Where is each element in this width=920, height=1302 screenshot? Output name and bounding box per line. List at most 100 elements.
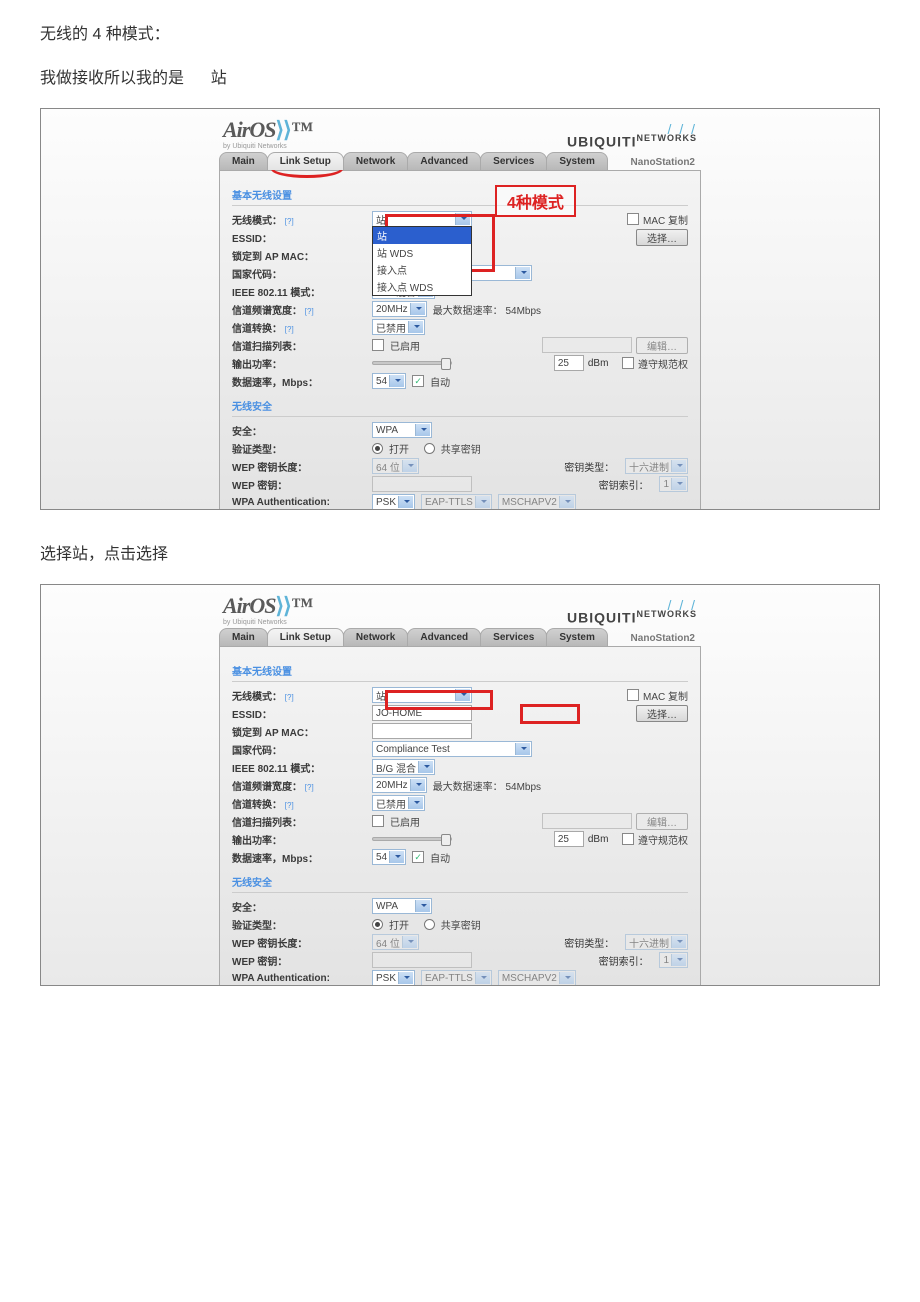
obey-label: 遵守规范权 [638, 356, 688, 371]
scan-enable-label-2: 已启用 [390, 814, 420, 829]
lock-ap-mac-field[interactable] [372, 723, 472, 739]
lbl-tx-power: 输出功率： [232, 356, 372, 371]
tx-power-slider[interactable] [372, 361, 452, 365]
tab-system[interactable]: System [546, 152, 608, 170]
tx-power-value[interactable]: 25 [554, 355, 584, 371]
lbl-ch-width: 信道频谱宽度： [?] [232, 302, 372, 317]
wpa-mschap-select: MSCHAPV2 [498, 494, 576, 509]
brand-row-2: AirOS⟩⟩™ by Ubiquiti Networks / / / UBIQ… [219, 593, 701, 626]
tab-services[interactable]: Services [480, 152, 547, 170]
ubnt-word-2: UBIQUITI [567, 610, 636, 626]
edit-button-2: 编辑… [636, 813, 688, 830]
tx-power-value-2[interactable]: 25 [554, 831, 584, 847]
select-button[interactable]: 选择… [636, 229, 688, 246]
auth-shared-radio[interactable] [424, 443, 435, 454]
lbl-auth-type-2: 验证类型： [232, 917, 372, 932]
tab-network-2[interactable]: Network [343, 628, 408, 646]
wireless-mode-select-2[interactable]: 站 [372, 687, 472, 703]
obey-checkbox[interactable] [622, 357, 634, 369]
security-select-2[interactable]: WPA [372, 898, 432, 914]
ubnt-word: UBIQUITI [567, 134, 636, 150]
tab-advanced-2[interactable]: Advanced [407, 628, 481, 646]
country-select-2[interactable]: Compliance Test [372, 741, 532, 757]
rate-select-2[interactable]: 54 [372, 849, 406, 865]
airos-sub-2: by Ubiquiti Networks [223, 619, 312, 626]
wpa-auth-select-2[interactable]: PSK [372, 970, 415, 985]
tab-services-2[interactable]: Services [480, 628, 547, 646]
ch-switch-select[interactable]: 已禁用 [372, 319, 425, 335]
auto-rate-checkbox[interactable] [412, 375, 424, 387]
lbl-lock-ap-mac: 锁定到 AP MAC： [232, 248, 372, 263]
auto-rate-checkbox-2[interactable] [412, 851, 424, 863]
mac-clone-checkbox-2[interactable] [627, 689, 639, 701]
lbl-wep-key: WEP 密钥： [232, 477, 372, 492]
auth-open-label-2: 打开 [389, 917, 409, 932]
max-rate-label: 最大数据速率： 54Mbps [433, 302, 541, 317]
wireless-mode-select[interactable]: 站 [372, 211, 472, 227]
lbl-ch-scan-2: 信道扫描列表： [232, 814, 372, 829]
wep-type-select-2: 十六进制 [625, 934, 688, 950]
screenshot-2: ▴ ▾ AirOS⟩⟩™ by Ubiquiti Networks / / / … [40, 584, 880, 986]
ch-switch-select-2[interactable]: 已禁用 [372, 795, 425, 811]
tab-link-setup[interactable]: Link Setup [267, 152, 344, 170]
dbm-label: dBm [588, 358, 609, 369]
edit-button: 编辑… [636, 337, 688, 354]
scan-enable-checkbox[interactable] [372, 339, 384, 351]
airos-icon-2: ⟩⟩ [275, 593, 290, 618]
auth-open-label: 打开 [389, 441, 409, 456]
lbl-essid: ESSID： [232, 230, 372, 245]
wep-len-select-2: 64 位 [372, 934, 419, 950]
tab-link-setup-2[interactable]: Link Setup [267, 628, 344, 646]
rate-select[interactable]: 54 [372, 373, 406, 389]
obey-checkbox-2[interactable] [622, 833, 634, 845]
lbl-data-rate: 数据速率，Mbps： [232, 374, 372, 389]
tx-power-slider-2[interactable] [372, 837, 452, 841]
auth-open-radio[interactable] [372, 443, 383, 454]
wpa-eap-select: EAP-TTLS [421, 494, 492, 509]
doc-line-2: 我做接收所以我的是 站 [40, 64, 880, 88]
tab-advanced[interactable]: Advanced [407, 152, 481, 170]
tab-network[interactable]: Network [343, 152, 408, 170]
section-security: 无线安全 [232, 394, 688, 417]
device-name: NanoStation2 [631, 157, 701, 170]
lbl-security-2: 安全： [232, 899, 372, 914]
security-select[interactable]: WPA [372, 422, 432, 438]
ubnt-icon-2: / / / [567, 601, 697, 609]
mode-opt-ap[interactable]: 接入点 [373, 261, 471, 278]
ch-width-select[interactable]: 20MHz [372, 301, 427, 317]
wep-key-field [372, 476, 472, 492]
ch-width-select-2[interactable]: 20MHz [372, 777, 427, 793]
lbl-wep-key-2: WEP 密钥： [232, 953, 372, 968]
airos-word-2: AirOS [223, 593, 275, 618]
auth-open-radio-2[interactable] [372, 919, 383, 930]
mode-opt-station[interactable]: 站 [373, 227, 471, 244]
wep-index-select-2: 1 [659, 952, 688, 968]
scan-enable-checkbox-2[interactable] [372, 815, 384, 827]
wpa-auth-select[interactable]: PSK [372, 494, 415, 509]
doc-line-1: 无线的 4 种模式： [40, 20, 880, 44]
select-button-2[interactable]: 选择… [636, 705, 688, 722]
mode-opt-station-wds[interactable]: 站 WDS [373, 244, 471, 261]
wep-len-select: 64 位 [372, 458, 419, 474]
lbl-tx-power-2: 输出功率： [232, 832, 372, 847]
lbl-ieee-2: IEEE 802.11 模式： [232, 760, 372, 775]
device-name-2: NanoStation2 [631, 633, 701, 646]
wireless-mode-options[interactable]: 站 站 WDS 接入点 接入点 WDS [372, 226, 472, 296]
lbl-wep-len-2: WEP 密钥长度： [232, 935, 372, 950]
essid-field[interactable]: JO-HOME [372, 705, 472, 721]
auth-shared-label-2: 共享密钥 [441, 917, 481, 932]
auth-shared-radio-2[interactable] [424, 919, 435, 930]
wep-index-select: 1 [659, 476, 688, 492]
max-rate-label-2: 最大数据速率： 54Mbps [433, 778, 541, 793]
mac-clone-label-2: MAC 复制 [643, 688, 688, 703]
tab-main[interactable]: Main [219, 152, 268, 170]
mode-opt-ap-wds[interactable]: 接入点 WDS [373, 278, 471, 295]
tab-system-2[interactable]: System [546, 628, 608, 646]
airos-word: AirOS [223, 117, 275, 142]
doc-line-3: 选择站，点击选择 [40, 540, 880, 564]
ieee-select-2[interactable]: B/G 混合 [372, 759, 435, 775]
lbl-wpa-auth: WPA Authentication: [232, 497, 372, 508]
lbl-ieee: IEEE 802.11 模式： [232, 284, 372, 299]
tab-main-2[interactable]: Main [219, 628, 268, 646]
mac-clone-checkbox[interactable] [627, 213, 639, 225]
